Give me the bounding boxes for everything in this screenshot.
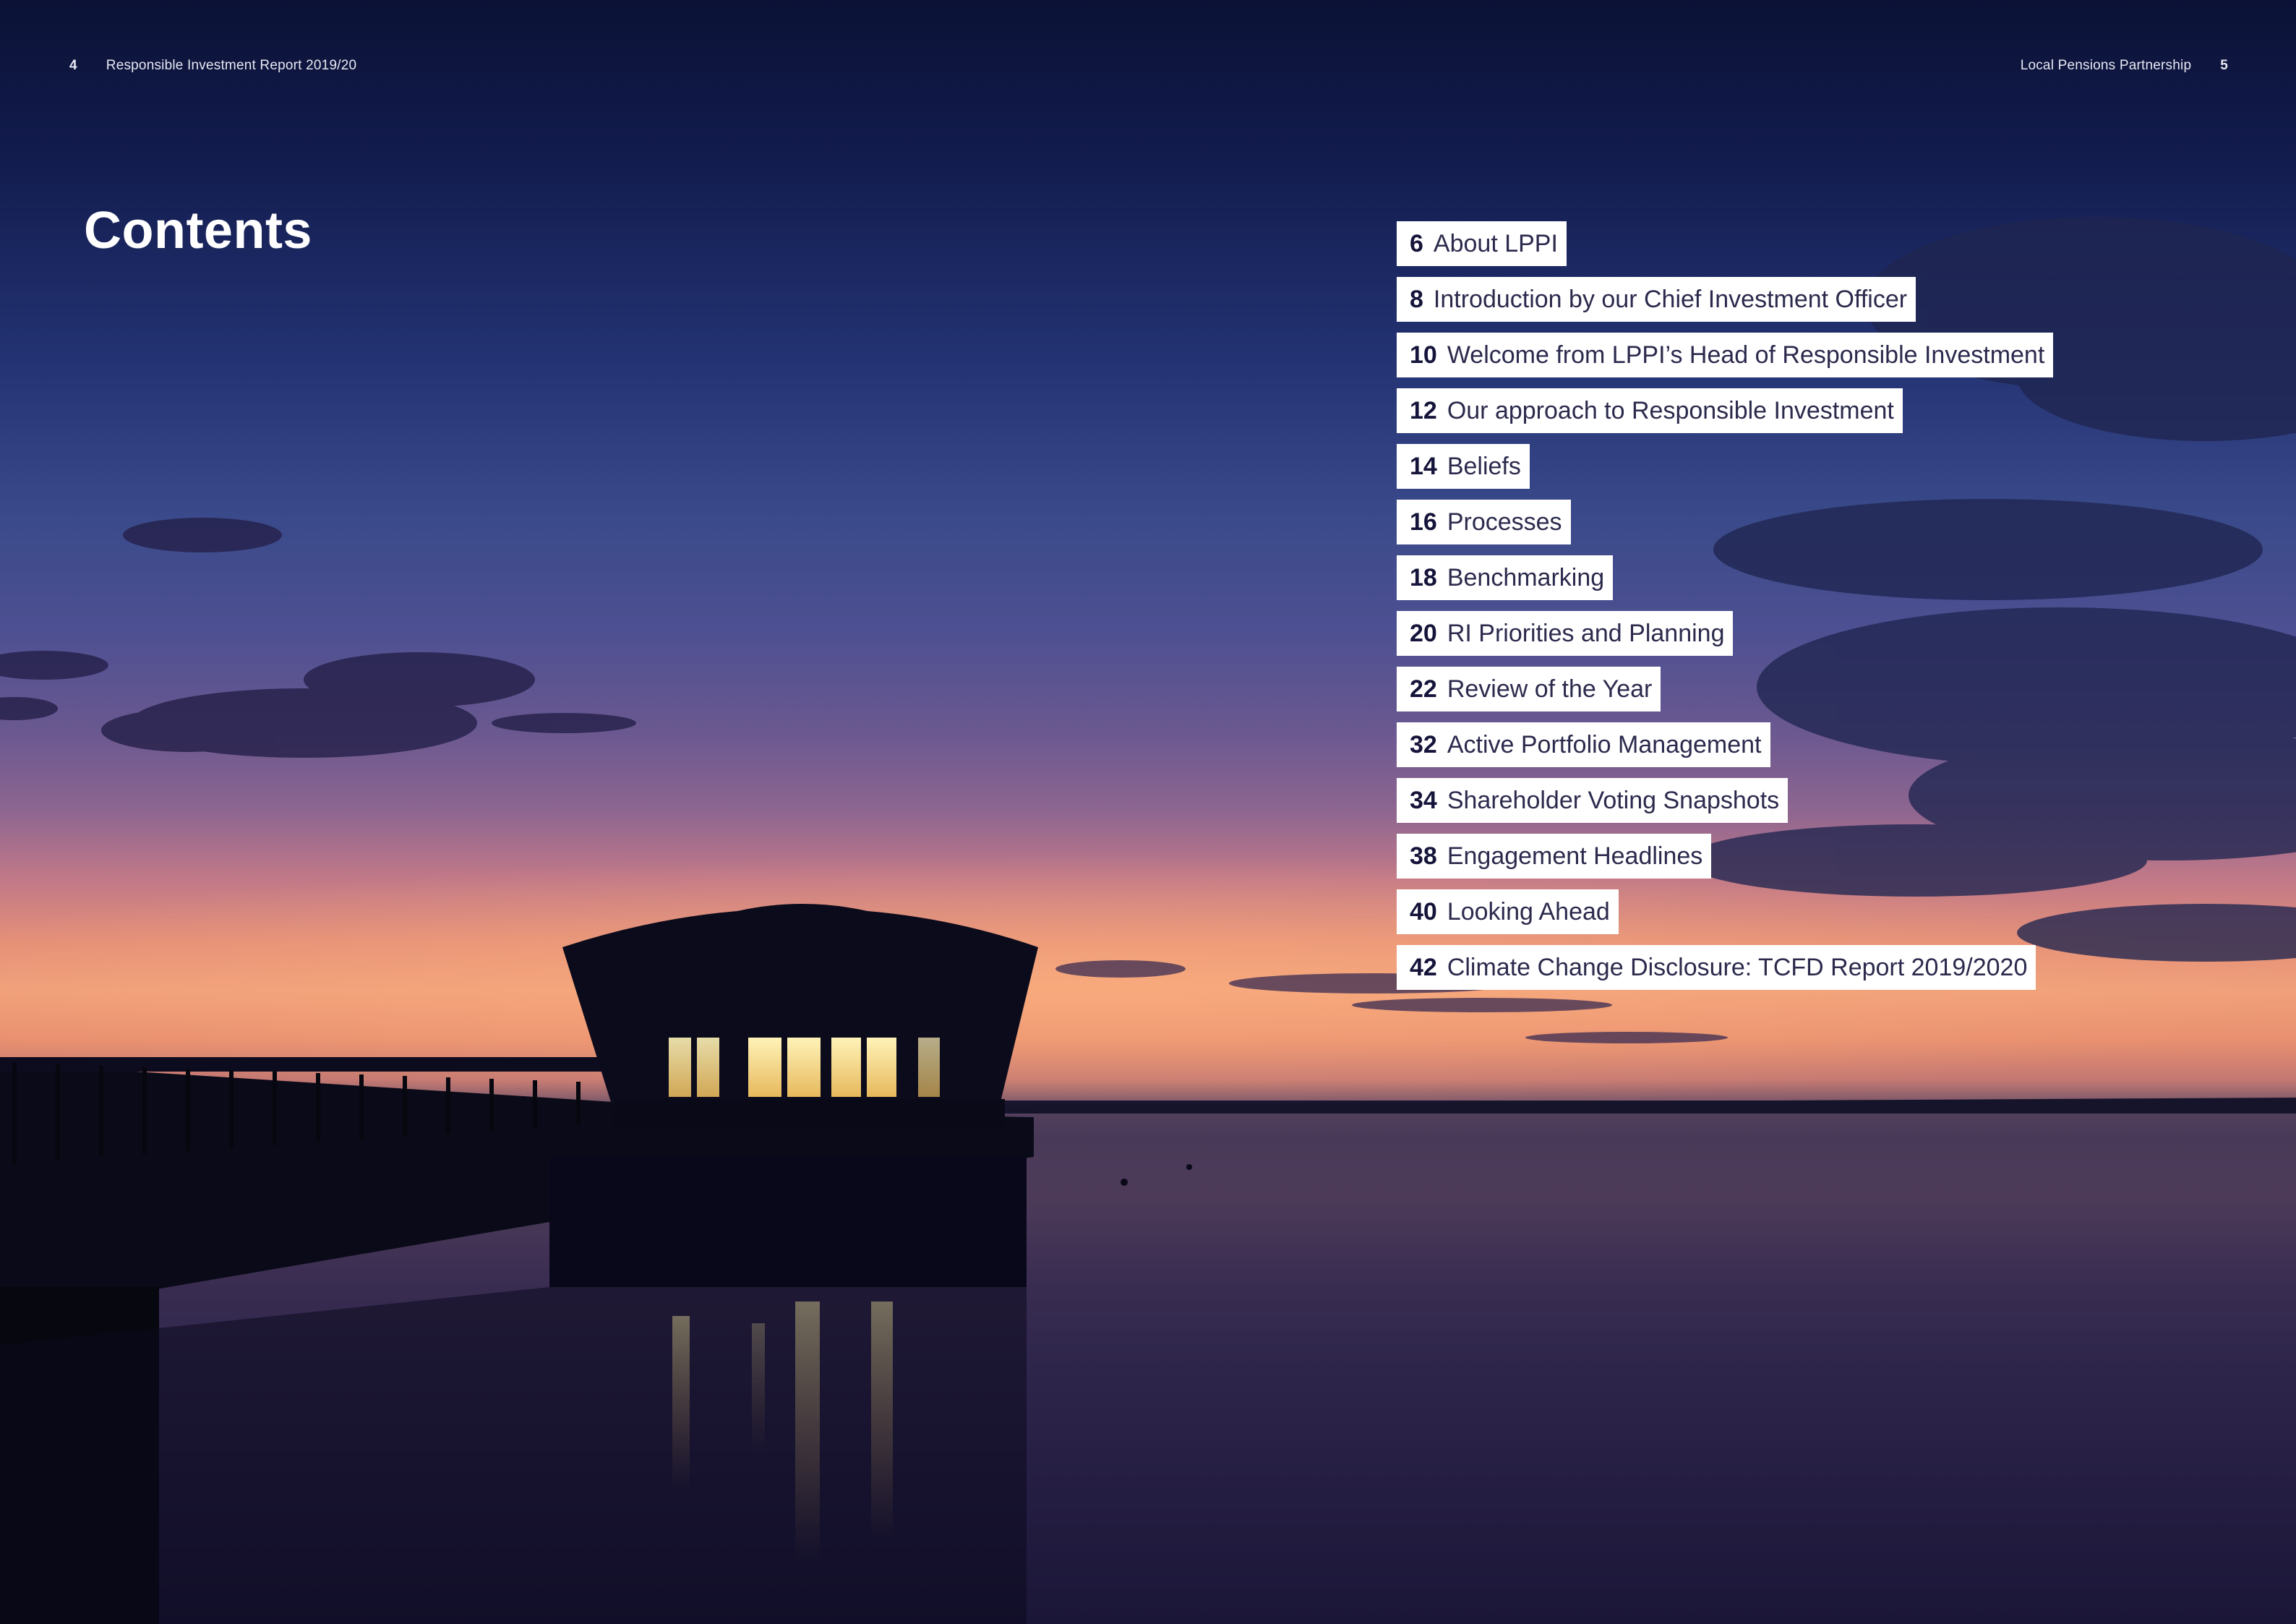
toc-link[interactable]: 10 Welcome from LPPI’s Head of Responsibl…: [1397, 333, 2054, 377]
contents-heading: Contents: [84, 202, 312, 260]
toc-section-title: Shareholder Voting Snapshots: [1447, 787, 1780, 814]
toc-page-number: 42: [1410, 954, 1437, 981]
toc-page-number: 6: [1410, 230, 1423, 257]
toc-item: 22 Review of the Year: [1397, 667, 2053, 711]
toc-item: 42 Climate Change Disclosure: TCFD Report…: [1397, 945, 2053, 990]
left-page-number: 4: [69, 58, 77, 73]
toc-link[interactable]: 12 Our approach to Responsible Investment: [1397, 388, 1903, 433]
toc-section-title: Our approach to Responsible Investment: [1447, 397, 1894, 424]
toc-section-title: Engagement Headlines: [1447, 842, 1703, 870]
toc-link[interactable]: 16 Processes: [1397, 500, 1571, 544]
toc-section-title: Benchmarking: [1447, 564, 1605, 591]
toc-link[interactable]: 6 About LPPI: [1397, 221, 1567, 266]
toc-item: 18 Benchmarking: [1397, 555, 2053, 600]
toc-page-number: 20: [1410, 620, 1437, 647]
toc-item: 10 Welcome from LPPI’s Head of Responsibl…: [1397, 333, 2054, 377]
toc-page-number: 40: [1410, 898, 1437, 926]
report-title: Responsible Investment Report 2019/20: [106, 58, 357, 73]
toc-page-number: 18: [1410, 564, 1437, 591]
toc-page-number: 38: [1410, 842, 1437, 870]
toc-item: 12 Our approach to Responsible Investment: [1397, 388, 2053, 433]
toc-section-title: Active Portfolio Management: [1447, 731, 1762, 758]
toc-section-title: Review of the Year: [1447, 675, 1653, 703]
report-spread: 4 Responsible Investment Report 2019/20 L…: [0, 0, 2296, 1624]
toc-section-title: Processes: [1447, 508, 1562, 536]
toc-item: 34 Shareholder Voting Snapshots: [1397, 778, 2053, 823]
right-running-head: Local Pensions Partnership 5: [2021, 58, 2228, 74]
toc-section-title: Climate Change Disclosure: TCFD Report 2…: [1447, 954, 2028, 981]
left-running-head: 4 Responsible Investment Report 2019/20: [69, 58, 356, 74]
toc-link[interactable]: 22 Review of the Year: [1397, 667, 1661, 711]
toc-link[interactable]: 8 Introduction by our Chief Investment Of…: [1397, 277, 1916, 322]
table-of-contents: 6 About LPPI 8 Introduction by our Chief I…: [1397, 221, 2054, 1001]
toc-link[interactable]: 34 Shareholder Voting Snapshots: [1397, 778, 1789, 823]
toc-link[interactable]: 38 Engagement Headlines: [1397, 834, 1712, 879]
toc-section-title: About LPPI: [1433, 230, 1558, 257]
toc-page-number: 16: [1410, 508, 1437, 536]
toc-page-number: 14: [1410, 453, 1437, 480]
toc-page-number: 10: [1410, 341, 1437, 369]
toc-item: 14 Beliefs: [1397, 444, 2053, 489]
toc-link[interactable]: 18 Benchmarking: [1397, 555, 1614, 600]
toc-section-title: Looking Ahead: [1447, 898, 1610, 926]
toc-page-number: 34: [1410, 787, 1437, 814]
toc-section-title: Beliefs: [1447, 453, 1521, 480]
organisation-name: Local Pensions Partnership: [2020, 58, 2192, 73]
toc-item: 38 Engagement Headlines: [1397, 834, 2053, 879]
toc-link[interactable]: 40 Looking Ahead: [1397, 889, 1619, 934]
toc-item: 6 About LPPI: [1397, 221, 2053, 266]
toc-page-number: 8: [1410, 286, 1423, 313]
toc-page-number: 12: [1410, 397, 1437, 424]
toc-page-number: 22: [1410, 675, 1437, 703]
toc-section-title: Introduction by our Chief Investment Off…: [1433, 286, 1908, 313]
toc-item: 16 Processes: [1397, 500, 2053, 544]
toc-page-number: 32: [1410, 731, 1437, 758]
toc-link[interactable]: 14 Beliefs: [1397, 444, 1530, 489]
toc-link[interactable]: 42 Climate Change Disclosure: TCFD Report…: [1397, 945, 2036, 990]
toc-section-title: RI Priorities and Planning: [1447, 620, 1725, 647]
toc-item: 20 RI Priorities and Planning: [1397, 611, 2053, 656]
toc-section-title: Welcome from LPPI’s Head of Responsible …: [1447, 341, 2045, 369]
toc-item: 8 Introduction by our Chief Investment Of…: [1397, 277, 2053, 322]
toc-item: 32 Active Portfolio Management: [1397, 722, 2053, 767]
toc-link[interactable]: 20 RI Priorities and Planning: [1397, 611, 1734, 656]
toc-link[interactable]: 32 Active Portfolio Management: [1397, 722, 1770, 767]
right-page-number: 5: [2220, 58, 2228, 73]
toc-item: 40 Looking Ahead: [1397, 889, 2053, 934]
